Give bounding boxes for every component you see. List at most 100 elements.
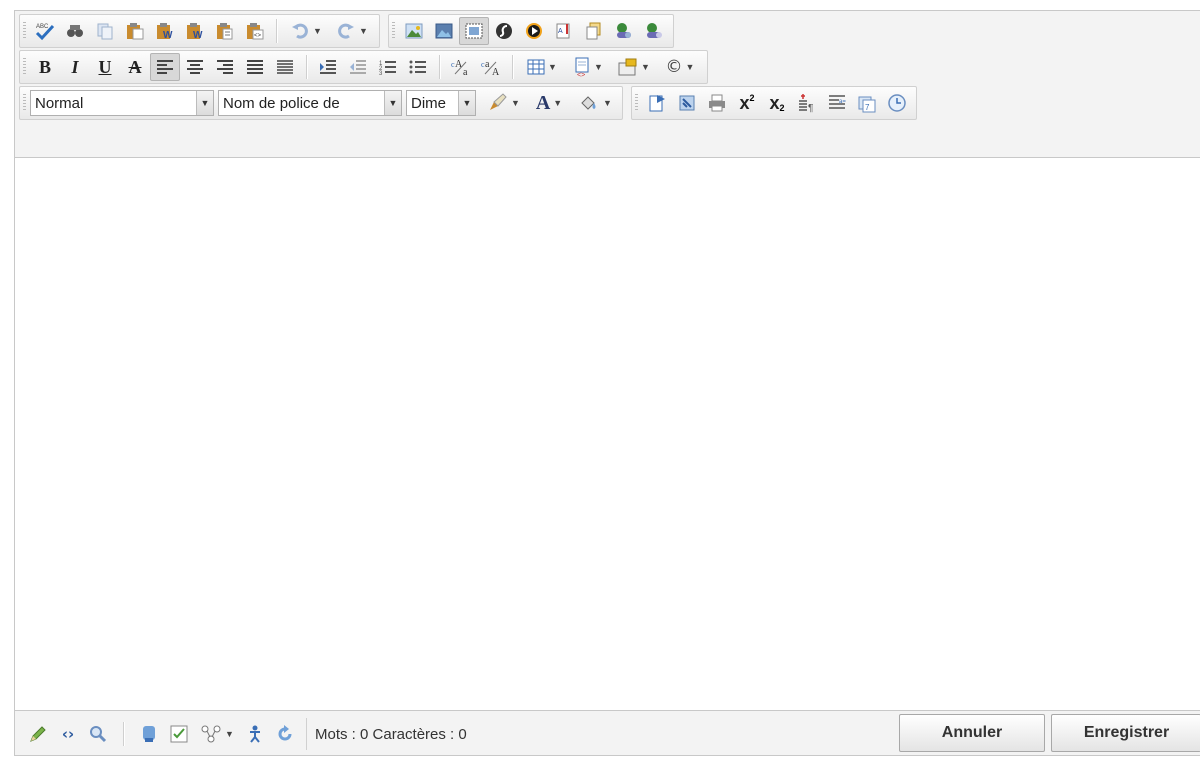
superscript-label: x <box>739 92 750 113</box>
svg-text:7: 7 <box>865 103 870 112</box>
subscript-mark-icon: 2 <box>779 103 785 113</box>
dropdown-arrow-icon: ▼ <box>641 62 650 72</box>
import-word-icon[interactable] <box>642 89 672 117</box>
insert-form-element-icon[interactable]: ▼ <box>611 53 657 81</box>
dropdown-arrow-icon: ▼ <box>458 91 475 115</box>
print-icon[interactable] <box>702 89 732 117</box>
word-count-status: Mots : 0 Caractères : 0 <box>306 718 475 750</box>
svg-text:3: 3 <box>379 71 383 75</box>
separator <box>306 55 307 79</box>
svg-text:A: A <box>492 67 500 77</box>
align-right-icon[interactable] <box>210 53 240 81</box>
design-mode-icon[interactable] <box>23 720 53 748</box>
dropdown-arrow-icon: ▼ <box>603 98 612 108</box>
reload-icon[interactable] <box>270 720 300 748</box>
outdent-icon[interactable] <box>343 53 373 81</box>
strikethrough-button[interactable]: A <box>120 53 150 81</box>
paragraph-style-select[interactable]: Normal ▼ <box>30 90 214 116</box>
bullet-list-icon[interactable] <box>403 53 433 81</box>
align-left-icon[interactable] <box>150 53 180 81</box>
copy-icon[interactable] <box>90 17 120 45</box>
bold-button[interactable]: B <box>30 53 60 81</box>
align-justify-icon[interactable] <box>240 53 270 81</box>
paste-text-icon[interactable] <box>210 17 240 45</box>
image-icon[interactable] <box>399 17 429 45</box>
dropdown-arrow-icon: ▼ <box>511 98 520 108</box>
font-color-button[interactable]: A ▼ <box>526 89 572 117</box>
insert-paragraph-icon[interactable]: ¶ <box>792 89 822 117</box>
paste-html-icon[interactable]: <> <box>240 17 270 45</box>
svg-text:¶: ¶ <box>808 103 813 113</box>
find-icon[interactable] <box>60 17 90 45</box>
html-mode-icon[interactable]: ‹› <box>53 720 83 748</box>
toolbar-group-insert: A <box>388 14 674 48</box>
toolbar-group-font: Normal ▼ Nom de police de ▼ Dime ▼ ▼ A ▼ … <box>19 86 623 120</box>
toolbar-row-3: Normal ▼ Nom de police de ▼ Dime ▼ ▼ A ▼ … <box>19 85 917 121</box>
convert-lower-icon[interactable]: cAa <box>446 53 476 81</box>
image-manager-icon[interactable] <box>429 17 459 45</box>
spellcheck-icon[interactable]: ABC <box>30 17 60 45</box>
underline-button[interactable]: U <box>90 53 120 81</box>
insert-date-icon[interactable]: a= <box>822 89 852 117</box>
xhtml-validator-icon[interactable] <box>134 720 164 748</box>
font-size-value: Dime <box>411 94 447 112</box>
insert-symbol-icon[interactable]: © ▼ <box>657 53 703 81</box>
flash-icon[interactable] <box>489 17 519 45</box>
paste-icon[interactable] <box>120 17 150 45</box>
toolbar-row-2: B I U A 1 2 3 c A a c a A ▼ <> ▼ ▼ © ▼ <box>19 49 708 85</box>
dropdown-arrow-icon: ▼ <box>384 91 401 115</box>
remove-alignment-icon[interactable] <box>270 53 300 81</box>
background-color-icon[interactable]: ▼ <box>572 89 618 117</box>
accessibility-icon[interactable] <box>240 720 270 748</box>
document-manager-icon[interactable]: A <box>549 17 579 45</box>
font-name-select[interactable]: Nom de police de ▼ <box>218 90 402 116</box>
unlink-icon[interactable] <box>639 17 669 45</box>
superscript-mark-icon: 2 <box>749 93 755 103</box>
superscript-button[interactable]: x2 <box>732 89 762 117</box>
insert-snippet-icon[interactable]: <> ▼ <box>565 53 611 81</box>
statistics-icon[interactable]: ▼ <box>194 720 240 748</box>
undo-icon[interactable]: ▼ <box>283 17 329 45</box>
media-icon[interactable] <box>519 17 549 45</box>
subscript-label: x <box>769 92 780 113</box>
apply-css-class-icon[interactable]: ▼ <box>480 89 526 117</box>
calendar-icon[interactable]: 7 <box>852 89 882 117</box>
preview-mode-icon[interactable] <box>83 720 113 748</box>
track-changes-icon[interactable] <box>164 720 194 748</box>
module-manager-icon[interactable] <box>672 89 702 117</box>
image-map-icon[interactable] <box>459 17 489 45</box>
svg-text:<>: <> <box>254 33 262 39</box>
paragraph-style-value: Normal <box>35 94 84 112</box>
bold-label: B <box>38 56 51 77</box>
editor-content-area[interactable] <box>15 157 1200 711</box>
svg-text:W: W <box>163 30 173 41</box>
italic-button[interactable]: I <box>60 53 90 81</box>
rich-text-editor: ABC W W <> ▼ ▼ A B I U A 1 2 3 c A a c a… <box>14 10 1200 756</box>
redo-icon[interactable]: ▼ <box>329 17 375 45</box>
separator <box>439 55 440 79</box>
clock-icon[interactable] <box>882 89 912 117</box>
paste-from-word-icon[interactable]: W <box>150 17 180 45</box>
subscript-button[interactable]: x2 <box>762 89 792 117</box>
indent-icon[interactable] <box>313 53 343 81</box>
link-icon[interactable] <box>609 17 639 45</box>
numbered-list-icon[interactable]: 123 <box>373 53 403 81</box>
cancel-button[interactable]: Annuler <box>899 714 1045 752</box>
align-center-icon[interactable] <box>180 53 210 81</box>
underline-label: U <box>98 56 112 77</box>
dropdown-arrow-icon: ▼ <box>685 62 695 72</box>
toolbar-group-misc: x2 x2 ¶ a= 7 <box>631 86 917 120</box>
save-button[interactable]: Enregistrer <box>1051 714 1200 752</box>
font-name-value: Nom de police de <box>223 94 340 112</box>
dropdown-arrow-icon: ▼ <box>548 62 557 72</box>
italic-label: I <box>71 56 79 77</box>
toolbar-group-format: B I U A 1 2 3 c A a c a A ▼ <> ▼ ▼ © ▼ <box>19 50 708 84</box>
dropdown-arrow-icon: ▼ <box>594 62 603 72</box>
font-size-select[interactable]: Dime ▼ <box>406 90 476 116</box>
paste-word-alt-icon[interactable]: W <box>180 17 210 45</box>
template-manager-icon[interactable] <box>579 17 609 45</box>
toolbar-group-edit: ABC W W <> ▼ ▼ <box>19 14 380 48</box>
table-icon[interactable]: ▼ <box>519 53 565 81</box>
font-color-label: A <box>535 91 551 114</box>
convert-upper-icon[interactable]: caA <box>476 53 506 81</box>
